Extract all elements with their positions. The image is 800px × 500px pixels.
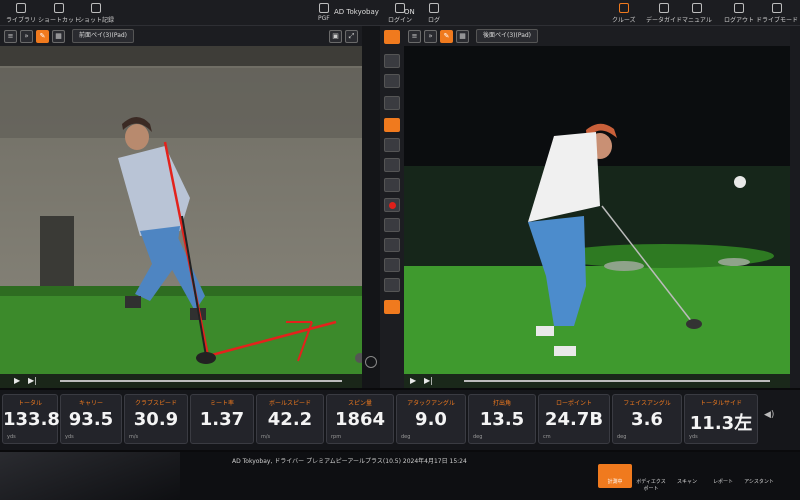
settings-icon[interactable] xyxy=(365,356,377,368)
crop-tool-icon[interactable] xyxy=(384,96,400,110)
left-grid-icon[interactable]: ▦ xyxy=(52,29,65,43)
metric-card-club-speed[interactable]: クラブスピード 30.9 m/s xyxy=(124,394,188,444)
right-swing-video xyxy=(404,26,790,388)
left-draw-icon[interactable]: ✎ xyxy=(36,29,49,43)
line-tool-icon[interactable] xyxy=(384,118,400,132)
left-fullscreen-icon[interactable]: ⤢ xyxy=(345,29,358,43)
left-speed-icon[interactable]: » xyxy=(20,29,33,43)
left-seek-slider[interactable] xyxy=(60,380,342,382)
left-play-icon[interactable]: ▶ xyxy=(14,376,20,385)
angle-tool-icon[interactable] xyxy=(384,158,400,172)
profile-icon xyxy=(318,3,329,13)
pen-tool-icon[interactable] xyxy=(384,30,400,44)
drive-mode-icon xyxy=(772,3,782,13)
on-indicator: ON xyxy=(404,8,415,16)
profile-button[interactable]: PGF xyxy=(318,3,330,22)
record-button[interactable]: ショット記録 xyxy=(78,3,114,24)
right-draw-icon[interactable]: ✎ xyxy=(440,29,453,43)
left-panel-scrollbar[interactable] xyxy=(362,26,380,388)
right-video-panel[interactable]: ≡ » ✎ ▦ 後面ペイ(3)(Pad) ▶ ▶| xyxy=(404,26,790,388)
session-status: AD Tokyobay, ドライバー プレミアムピーアールプラス(10.5) 2… xyxy=(232,458,467,465)
metric-card-total[interactable]: トータル 133.8 yds xyxy=(2,394,60,444)
shortcut-button[interactable]: ショートカット xyxy=(38,3,80,24)
device-frame xyxy=(0,452,180,500)
logout-icon xyxy=(734,3,744,13)
right-edge-bar xyxy=(790,26,800,388)
data-guide-icon xyxy=(659,3,669,13)
right-view-toggle-icon[interactable]: ≡ xyxy=(408,29,421,43)
metric-card-low-point[interactable]: ローポイント 24.7B cm xyxy=(538,394,610,444)
metric-card-attack-angle[interactable]: アタックアングル 9.0 deg xyxy=(396,394,466,444)
footer-bar: AD Tokyobay, ドライバー プレミアムピーアールプラス(10.5) 2… xyxy=(0,452,800,500)
right-video-toolbar: ≡ » ✎ ▦ 後面ペイ(3)(Pad) xyxy=(404,26,790,46)
cruise-icon xyxy=(618,3,629,13)
arrow-tool-icon[interactable] xyxy=(384,138,400,152)
export-button[interactable]: ボディエクスポート xyxy=(634,464,668,492)
color-picker-icon[interactable] xyxy=(384,198,400,212)
zoom-tool-icon[interactable] xyxy=(384,300,400,314)
metric-card-carry[interactable]: キャリー 93.5 yds xyxy=(60,394,122,444)
right-play-icon[interactable]: ▶ xyxy=(410,376,416,385)
shortcut-icon xyxy=(54,3,64,13)
drawing-tools xyxy=(380,26,404,388)
manual-icon xyxy=(691,3,702,13)
scan-button[interactable]: スキャン xyxy=(670,464,704,488)
right-playback-bar: ▶ ▶| xyxy=(404,374,790,388)
left-playback-bar: ▶ ▶| xyxy=(0,374,362,388)
metric-card-spin[interactable]: スピン量 1864 rpm xyxy=(326,394,394,444)
right-seek-slider[interactable] xyxy=(464,380,770,382)
text-tool-icon[interactable] xyxy=(384,238,400,252)
metric-card-total-side[interactable]: トータルサイド 11.3左 yds xyxy=(684,394,758,444)
left-step-icon[interactable]: ▶| xyxy=(28,376,37,385)
delete-tool-icon[interactable] xyxy=(384,278,400,292)
circle-tool-icon[interactable] xyxy=(384,178,400,192)
undo-tool-icon[interactable] xyxy=(384,258,400,272)
left-video-panel[interactable]: ≡ » ✎ ▦ 前面ペイ(3)(Pad) ▣ ⤢ ▶ ▶| xyxy=(0,26,362,388)
left-swing-video xyxy=(0,26,362,388)
logout-button[interactable]: ログアウト xyxy=(724,3,754,24)
top-toolbar: ライブラリ ショートカット ショット記録 PGF AD Tokyobay ログイ… xyxy=(0,0,800,26)
measure-button[interactable]: 計測中 xyxy=(598,464,632,488)
left-camera-select[interactable]: 前面ペイ(3)(Pad) xyxy=(72,29,135,43)
right-camera-select[interactable]: 後面ペイ(3)(Pad) xyxy=(476,29,539,43)
metric-card-ball-speed[interactable]: ボールスピード 42.2 m/s xyxy=(256,394,324,444)
right-grid-icon[interactable]: ▦ xyxy=(456,29,469,43)
report-button[interactable]: レポート xyxy=(706,464,740,488)
drive-mode-button[interactable]: ドライブモード xyxy=(756,3,798,24)
manual-button[interactable]: マニュアル xyxy=(682,3,712,24)
log-icon xyxy=(429,3,439,13)
left-view-toggle-icon[interactable]: ≡ xyxy=(4,29,17,43)
right-step-icon[interactable]: ▶| xyxy=(424,376,433,385)
shot-metrics-bar: トータル 133.8 yds キャリー 93.5 yds クラブスピード 30.… xyxy=(0,390,800,450)
select-tool-icon[interactable] xyxy=(384,74,400,88)
metric-card-face-angle[interactable]: フェイスアングル 3.6 deg xyxy=(612,394,682,444)
cruise-button[interactable]: クルーズ xyxy=(612,3,636,24)
store-name: AD Tokyobay xyxy=(334,8,379,16)
right-speed-icon[interactable]: » xyxy=(424,29,437,43)
left-layout-icon[interactable]: ▣ xyxy=(329,29,342,43)
assistant-button[interactable]: アシスタント xyxy=(742,464,776,488)
width-tool-icon[interactable] xyxy=(384,218,400,232)
metric-card-smash-factor[interactable]: ミート率 1.37 xyxy=(190,394,254,444)
volume-icon[interactable]: ◀) xyxy=(764,410,774,420)
log-button[interactable]: ログ xyxy=(428,3,440,24)
data-guide-button[interactable]: データガイド xyxy=(646,3,682,24)
library-icon xyxy=(16,3,26,13)
metric-card-launch-angle[interactable]: 打出角 13.5 deg xyxy=(468,394,536,444)
library-button[interactable]: ライブラリ xyxy=(6,3,36,24)
left-video-toolbar: ≡ » ✎ ▦ 前面ペイ(3)(Pad) ▣ ⤢ xyxy=(0,26,362,46)
record-icon xyxy=(91,3,101,13)
eraser-tool-icon[interactable] xyxy=(384,54,400,68)
